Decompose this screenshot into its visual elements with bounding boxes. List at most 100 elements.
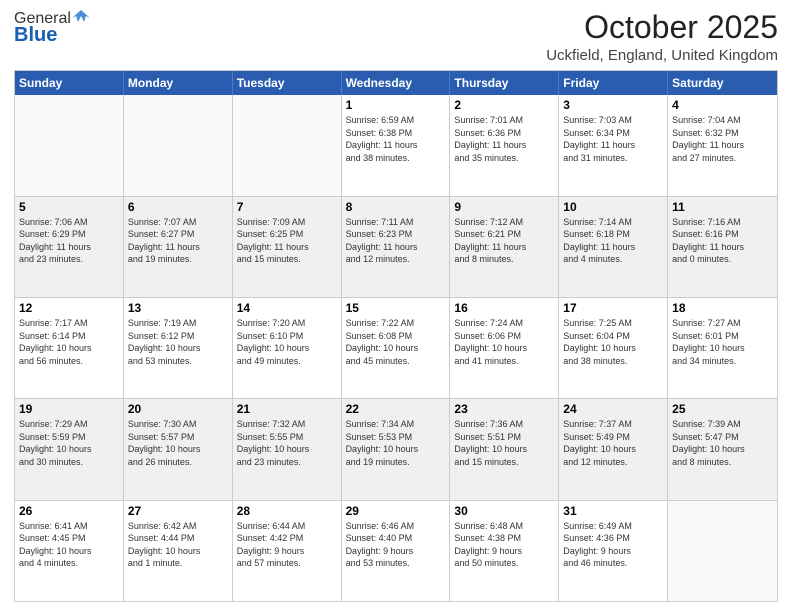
weekday-header: Saturday	[668, 71, 777, 95]
day-number: 8	[346, 200, 446, 214]
day-info: Sunrise: 7:36 AM Sunset: 5:51 PM Dayligh…	[454, 418, 554, 468]
weekday-header: Thursday	[450, 71, 559, 95]
day-info: Sunrise: 7:19 AM Sunset: 6:12 PM Dayligh…	[128, 317, 228, 367]
day-info: Sunrise: 7:39 AM Sunset: 5:47 PM Dayligh…	[672, 418, 773, 468]
calendar-cell: 31 Sunrise: 6:49 AM Sunset: 4:36 PM Dayli…	[559, 501, 668, 601]
calendar-row: 1Sunrise: 6:59 AM Sunset: 6:38 PM Daylig…	[15, 95, 777, 195]
day-number: 14	[237, 301, 337, 315]
calendar: SundayMondayTuesdayWednesdayThursdayFrid…	[14, 70, 778, 602]
day-number: 18	[672, 301, 773, 315]
day-info: Sunrise: 7:29 AM Sunset: 5:59 PM Dayligh…	[19, 418, 119, 468]
calendar-cell: 29Sunrise: 6:46 AM Sunset: 4:40 PM Dayli…	[342, 501, 451, 601]
calendar-cell	[124, 95, 233, 195]
day-info: Sunrise: 6:42 AM Sunset: 4:44 PM Dayligh…	[128, 520, 228, 570]
day-info: Sunrise: 6:44 AM Sunset: 4:42 PM Dayligh…	[237, 520, 337, 570]
day-number: 21	[237, 402, 337, 416]
day-number: 24	[563, 402, 663, 416]
page: General Blue October 2025 Uckfield, Engl…	[0, 0, 792, 612]
calendar-cell: 27 Sunrise: 6:42 AM Sunset: 4:44 PM Dayli…	[124, 501, 233, 601]
day-number: 7	[237, 200, 337, 214]
weekday-header: Sunday	[15, 71, 124, 95]
day-info: Sunrise: 7:22 AM Sunset: 6:08 PM Dayligh…	[346, 317, 446, 367]
calendar-cell: 10 Sunrise: 7:14 AM Sunset: 6:18 PM Dayli…	[559, 197, 668, 297]
day-info: Sunrise: 7:27 AM Sunset: 6:01 PM Dayligh…	[672, 317, 773, 367]
header: General Blue October 2025 Uckfield, Engl…	[14, 10, 778, 64]
calendar-cell: 26 Sunrise: 6:41 AM Sunset: 4:45 PM Dayli…	[15, 501, 124, 601]
day-number: 30	[454, 504, 554, 518]
day-number: 10	[563, 200, 663, 214]
weekday-header: Wednesday	[342, 71, 451, 95]
day-info: Sunrise: 7:06 AM Sunset: 6:29 PM Dayligh…	[19, 216, 119, 266]
day-info: Sunrise: 7:09 AM Sunset: 6:25 PM Dayligh…	[237, 216, 337, 266]
day-number: 6	[128, 200, 228, 214]
day-info: Sunrise: 7:24 AM Sunset: 6:06 PM Dayligh…	[454, 317, 554, 367]
day-info: Sunrise: 6:41 AM Sunset: 4:45 PM Dayligh…	[19, 520, 119, 570]
day-info: Sunrise: 7:37 AM Sunset: 5:49 PM Dayligh…	[563, 418, 663, 468]
day-info: Sunrise: 7:14 AM Sunset: 6:18 PM Dayligh…	[563, 216, 663, 266]
calendar-cell: 16 Sunrise: 7:24 AM Sunset: 6:06 PM Dayli…	[450, 298, 559, 398]
day-info: Sunrise: 7:07 AM Sunset: 6:27 PM Dayligh…	[128, 216, 228, 266]
logo-blue-text: Blue	[14, 24, 57, 47]
calendar-cell: 18 Sunrise: 7:27 AM Sunset: 6:01 PM Dayli…	[668, 298, 777, 398]
day-number: 25	[672, 402, 773, 416]
calendar-cell: 25 Sunrise: 7:39 AM Sunset: 5:47 PM Dayli…	[668, 399, 777, 499]
calendar-cell: 11 Sunrise: 7:16 AM Sunset: 6:16 PM Dayli…	[668, 197, 777, 297]
calendar-cell: 9 Sunrise: 7:12 AM Sunset: 6:21 PM Daylig…	[450, 197, 559, 297]
day-number: 16	[454, 301, 554, 315]
calendar-row: 5 Sunrise: 7:06 AM Sunset: 6:29 PM Daylig…	[15, 196, 777, 297]
calendar-header: SundayMondayTuesdayWednesdayThursdayFrid…	[15, 71, 777, 95]
day-number: 31	[563, 504, 663, 518]
day-info: Sunrise: 7:16 AM Sunset: 6:16 PM Dayligh…	[672, 216, 773, 266]
calendar-cell: 22Sunrise: 7:34 AM Sunset: 5:53 PM Dayli…	[342, 399, 451, 499]
calendar-cell	[668, 501, 777, 601]
calendar-cell	[233, 95, 342, 195]
calendar-cell: 28 Sunrise: 6:44 AM Sunset: 4:42 PM Dayli…	[233, 501, 342, 601]
day-info: Sunrise: 7:32 AM Sunset: 5:55 PM Dayligh…	[237, 418, 337, 468]
logo: General Blue	[14, 10, 90, 47]
day-number: 4	[672, 98, 773, 112]
calendar-cell: 5 Sunrise: 7:06 AM Sunset: 6:29 PM Daylig…	[15, 197, 124, 297]
calendar-cell: 12 Sunrise: 7:17 AM Sunset: 6:14 PM Dayli…	[15, 298, 124, 398]
day-number: 23	[454, 402, 554, 416]
calendar-cell: 1Sunrise: 6:59 AM Sunset: 6:38 PM Daylig…	[342, 95, 451, 195]
logo-bird-icon	[72, 8, 90, 26]
day-info: Sunrise: 7:17 AM Sunset: 6:14 PM Dayligh…	[19, 317, 119, 367]
day-info: Sunrise: 7:25 AM Sunset: 6:04 PM Dayligh…	[563, 317, 663, 367]
weekday-header: Monday	[124, 71, 233, 95]
month-title: October 2025	[546, 10, 778, 45]
day-number: 28	[237, 504, 337, 518]
calendar-cell: 15Sunrise: 7:22 AM Sunset: 6:08 PM Dayli…	[342, 298, 451, 398]
calendar-row: 12 Sunrise: 7:17 AM Sunset: 6:14 PM Dayli…	[15, 297, 777, 398]
calendar-cell: 30 Sunrise: 6:48 AM Sunset: 4:38 PM Dayli…	[450, 501, 559, 601]
day-number: 9	[454, 200, 554, 214]
calendar-body: 1Sunrise: 6:59 AM Sunset: 6:38 PM Daylig…	[15, 95, 777, 601]
calendar-row: 26 Sunrise: 6:41 AM Sunset: 4:45 PM Dayli…	[15, 500, 777, 601]
day-number: 13	[128, 301, 228, 315]
day-info: Sunrise: 6:49 AM Sunset: 4:36 PM Dayligh…	[563, 520, 663, 570]
day-info: Sunrise: 6:48 AM Sunset: 4:38 PM Dayligh…	[454, 520, 554, 570]
calendar-cell: 2Sunrise: 7:01 AM Sunset: 6:36 PM Daylig…	[450, 95, 559, 195]
day-number: 27	[128, 504, 228, 518]
calendar-cell: 24 Sunrise: 7:37 AM Sunset: 5:49 PM Dayli…	[559, 399, 668, 499]
day-number: 11	[672, 200, 773, 214]
day-info: Sunrise: 7:30 AM Sunset: 5:57 PM Dayligh…	[128, 418, 228, 468]
day-info: Sunrise: 7:01 AM Sunset: 6:36 PM Dayligh…	[454, 114, 554, 164]
calendar-cell: 14 Sunrise: 7:20 AM Sunset: 6:10 PM Dayli…	[233, 298, 342, 398]
day-number: 12	[19, 301, 119, 315]
calendar-cell: 21 Sunrise: 7:32 AM Sunset: 5:55 PM Dayli…	[233, 399, 342, 499]
calendar-cell	[15, 95, 124, 195]
day-number: 22	[346, 402, 446, 416]
day-number: 26	[19, 504, 119, 518]
day-number: 17	[563, 301, 663, 315]
day-number: 29	[346, 504, 446, 518]
calendar-cell: 19Sunrise: 7:29 AM Sunset: 5:59 PM Dayli…	[15, 399, 124, 499]
calendar-cell: 3Sunrise: 7:03 AM Sunset: 6:34 PM Daylig…	[559, 95, 668, 195]
calendar-cell: 6 Sunrise: 7:07 AM Sunset: 6:27 PM Daylig…	[124, 197, 233, 297]
day-info: Sunrise: 7:20 AM Sunset: 6:10 PM Dayligh…	[237, 317, 337, 367]
day-number: 20	[128, 402, 228, 416]
day-info: Sunrise: 7:12 AM Sunset: 6:21 PM Dayligh…	[454, 216, 554, 266]
day-number: 5	[19, 200, 119, 214]
day-info: Sunrise: 7:11 AM Sunset: 6:23 PM Dayligh…	[346, 216, 446, 266]
location: Uckfield, England, United Kingdom	[546, 47, 778, 64]
title-section: October 2025 Uckfield, England, United K…	[546, 10, 778, 64]
